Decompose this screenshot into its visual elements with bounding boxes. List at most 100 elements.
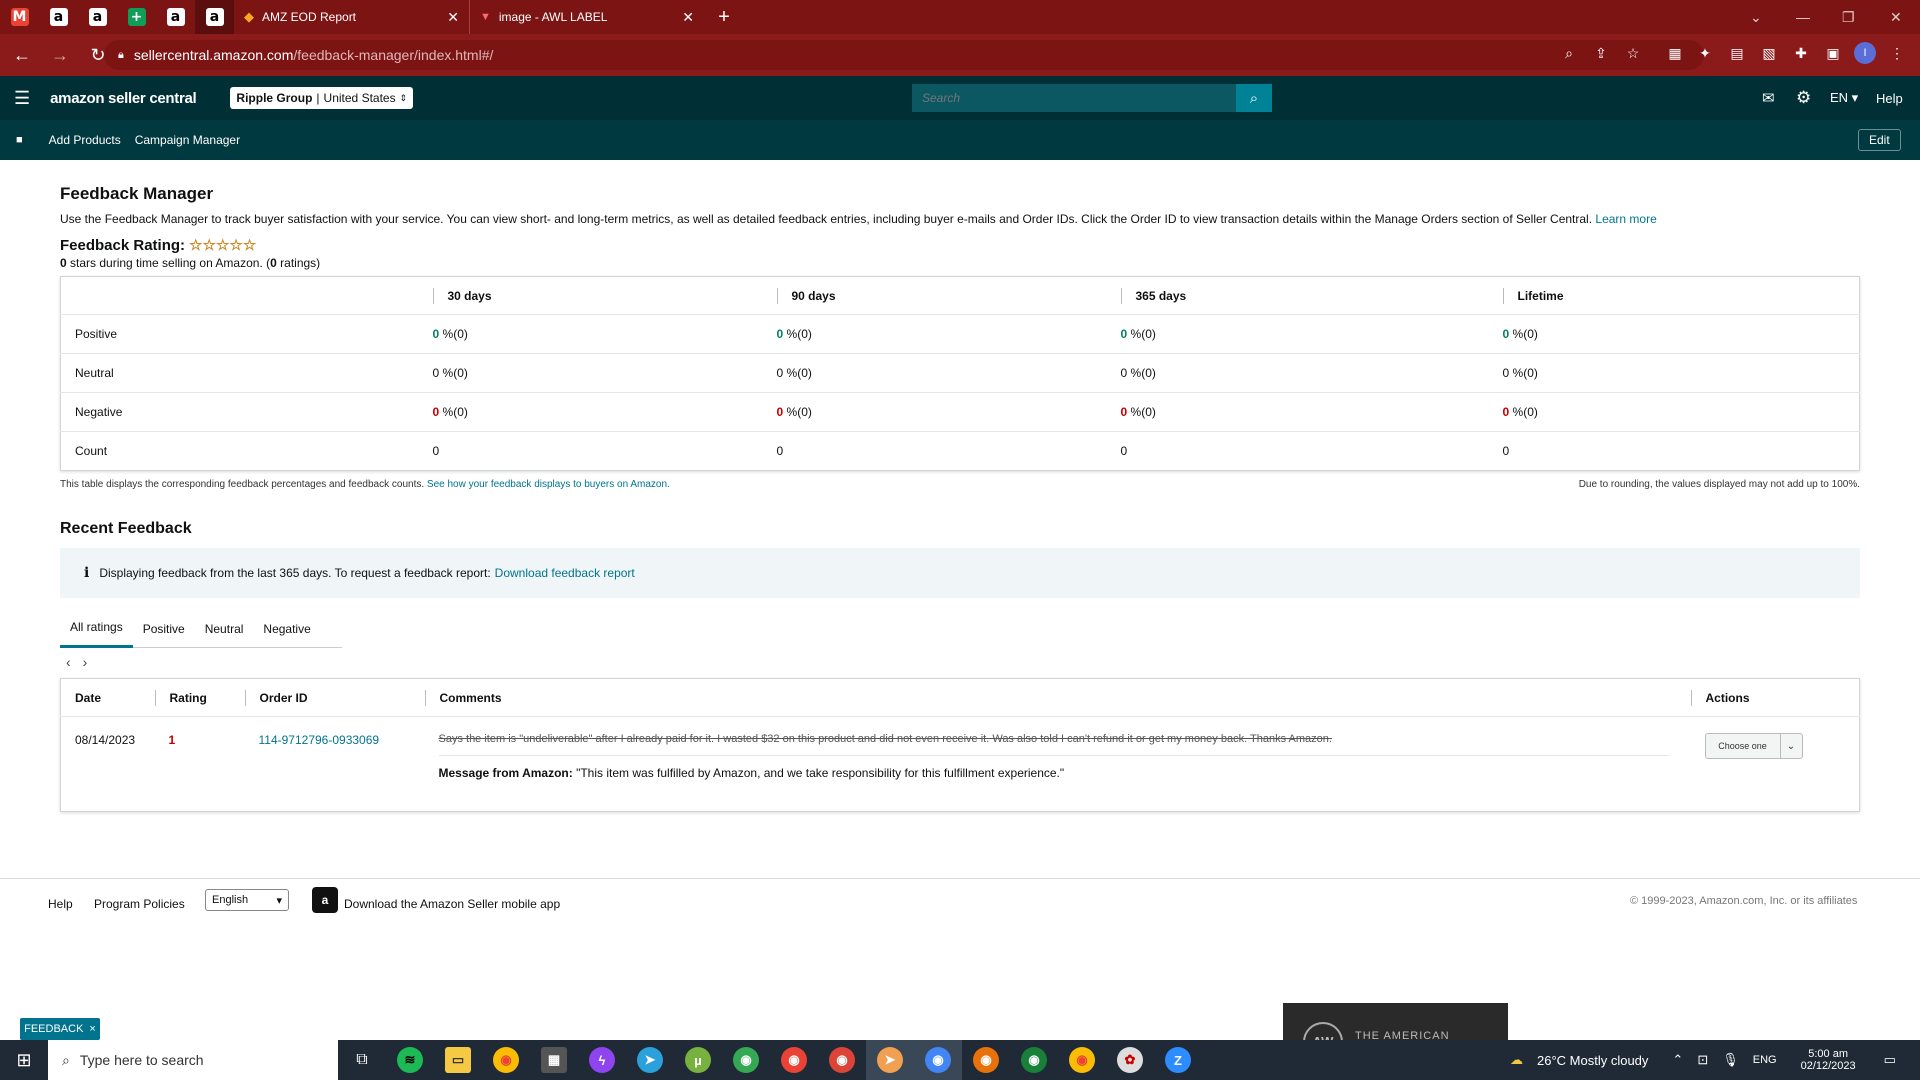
pinned-tab[interactable]: a [78, 0, 117, 34]
subnav-add-products[interactable]: Add Products [49, 133, 121, 147]
new-tab-icon[interactable]: + [712, 6, 736, 29]
amazon-app-icon[interactable]: a [312, 887, 338, 913]
chrome-icon[interactable]: ◉ [482, 1040, 530, 1080]
tab-positive[interactable]: Positive [133, 610, 195, 648]
weather-text[interactable]: 26°C Mostly cloudy [1537, 1053, 1648, 1068]
chevron-up-icon[interactable]: ⌃ [1672, 1052, 1683, 1068]
logo[interactable]: amazon seller central [50, 90, 197, 107]
search-icon[interactable]: ⌕ [1236, 84, 1272, 112]
download-app-link[interactable]: Download the Amazon Seller mobile app [344, 897, 560, 911]
chevron-right-icon[interactable]: › [83, 654, 88, 670]
download-report-link[interactable]: Download feedback report [495, 566, 635, 580]
windows-start-icon[interactable]: ⊞ [0, 1040, 48, 1080]
search-input[interactable] [912, 84, 1236, 112]
settings-gear-icon[interactable]: ⚙ [1796, 88, 1811, 108]
action-dropdown[interactable]: Choose one ⌄ [1704, 733, 1803, 759]
tab-neutral[interactable]: Neutral [195, 610, 254, 648]
clock[interactable]: 5:00 am 02/12/2023 [1801, 1048, 1856, 1072]
app-icon[interactable]: ✿ [1106, 1040, 1154, 1080]
sheets-icon: + [127, 8, 146, 26]
bookmark-icon[interactable]: ■ [16, 134, 23, 146]
footer-language-select[interactable]: English ▾ [205, 889, 289, 911]
pinned-tab[interactable]: M [0, 0, 39, 34]
chrome-icon[interactable]: ◉ [1058, 1040, 1106, 1080]
feedback-tab-button[interactable]: FEEDBACK × [20, 1018, 100, 1040]
seller-central-header: ☰ amazon seller central Ripple Group | U… [0, 76, 1920, 120]
extension-icon[interactable]: ▧ [1758, 42, 1780, 64]
address-bar[interactable]: 🔒︎ sellercentral.amazon.com/feedback-man… [104, 40, 1704, 70]
minimize-icon[interactable]: — [1796, 0, 1810, 34]
task-view-icon[interactable]: ⧉ [338, 1040, 386, 1080]
chevron-down-icon: ▾ [276, 894, 282, 907]
account-switcher[interactable]: Ripple Group | United States ⇕ [230, 87, 414, 109]
chrome-profile-icon[interactable]: ◉ [1010, 1040, 1058, 1080]
extensions-puzzle-icon[interactable]: ✚ [1790, 42, 1812, 64]
pinned-tab[interactable]: + [117, 0, 156, 34]
restore-icon[interactable]: ❐ [1842, 0, 1855, 34]
spotify-icon[interactable]: ≋ [386, 1040, 434, 1080]
chrome-profile-icon[interactable]: ◉ [962, 1040, 1010, 1080]
forward-icon[interactable]: → [44, 45, 76, 66]
hamburger-menu-icon[interactable]: ☰ [14, 88, 30, 109]
edit-button[interactable]: Edit [1858, 129, 1901, 151]
bookmark-star-icon[interactable]: ☆ [1622, 42, 1644, 64]
chevron-left-icon[interactable]: ‹ [66, 654, 71, 670]
notification-icon[interactable]: ▭ [1884, 1052, 1896, 1068]
pinned-tab[interactable]: a [39, 0, 78, 34]
file-explorer-icon[interactable]: ▭ [434, 1040, 482, 1080]
tab-negative[interactable]: Negative [253, 610, 320, 648]
page-title: Feedback Manager [60, 184, 214, 203]
zoom-icon[interactable]: ⌕ [1558, 42, 1580, 64]
back-icon[interactable]: ← [6, 45, 38, 66]
windows-taskbar: ⊞ ⌕ Type here to search ⧉ ≋ ▭ ◉ ▦ ϟ ➤ µ … [0, 1040, 1920, 1080]
telegram-icon[interactable]: ➤ [626, 1040, 674, 1080]
clock-date: 02/12/2023 [1800, 1060, 1856, 1072]
telegram-badge-icon[interactable]: ➤ [866, 1040, 914, 1080]
utorrent-icon[interactable]: µ [674, 1040, 722, 1080]
recent-feedback-table: Date Rating Order ID Comments Actions 08… [60, 678, 1860, 812]
learn-more-link[interactable]: Learn more [1595, 212, 1656, 226]
column-header: 365 days [1135, 288, 1187, 303]
tab-all-ratings[interactable]: All ratings [60, 610, 133, 648]
table-row: Negative 0 %(0) 0 %(0) 0 %(0) 0 %(0) [60, 392, 1860, 432]
chrome-profile-icon[interactable]: ◉ [818, 1040, 866, 1080]
extension-icon[interactable]: ▦ [1664, 42, 1686, 64]
tab-search-icon[interactable]: ⌄ [1750, 0, 1762, 34]
network-icon[interactable]: ⊡ [1697, 1052, 1708, 1068]
mail-icon[interactable]: ✉ [1762, 89, 1775, 107]
menu-dots-icon[interactable]: ⋮ [1886, 42, 1908, 64]
close-icon[interactable]: ✕ [682, 9, 694, 26]
metric-cell: 0 %(0) [418, 314, 763, 354]
side-panel-icon[interactable]: ▣ [1822, 42, 1844, 64]
close-window-icon[interactable]: ✕ [1890, 0, 1902, 34]
program-policies-link[interactable]: Program Policies [94, 897, 185, 911]
pinned-tab[interactable]: a [156, 0, 195, 34]
chrome-profile-icon[interactable]: ◉ [722, 1040, 770, 1080]
extension-icon[interactable]: ✦ [1694, 42, 1716, 64]
tab-awl-label[interactable]: ▼ image - AWL LABEL ✕ [469, 0, 704, 34]
taskbar-search[interactable]: ⌕ Type here to search [48, 1040, 338, 1080]
chrome-profile-icon[interactable]: ◉ [770, 1040, 818, 1080]
footer-help-link[interactable]: Help [48, 897, 73, 911]
extension-icon[interactable]: ▤ [1726, 42, 1748, 64]
tab-amz-eod-report[interactable]: ◆ AMZ EOD Report ✕ [234, 0, 469, 34]
share-icon[interactable]: ⇪ [1590, 42, 1612, 64]
language-indicator[interactable]: ENG [1753, 1054, 1777, 1066]
close-icon[interactable]: ✕ [447, 9, 459, 26]
calculator-icon[interactable]: ▦ [530, 1040, 578, 1080]
zoom-app-icon[interactable]: Z [1154, 1040, 1202, 1080]
help-link[interactable]: Help [1876, 91, 1903, 106]
profile-avatar[interactable]: I [1854, 42, 1876, 64]
microphone-icon[interactable]: 🎙︎ [1722, 1052, 1739, 1068]
feedback-display-link[interactable]: See how your feedback displays to buyers… [427, 479, 670, 490]
close-icon[interactable]: × [89, 1023, 95, 1035]
language-select[interactable]: EN ▾ [1830, 90, 1858, 106]
pinned-tab[interactable]: a [195, 0, 234, 34]
url-path: /feedback-manager/index.html#/ [293, 47, 494, 63]
subnav-campaign-manager[interactable]: Campaign Manager [135, 133, 240, 147]
chrome-profile-icon[interactable]: ◉ [914, 1040, 962, 1080]
account-name: Ripple Group [236, 91, 313, 105]
messenger-icon[interactable]: ϟ [578, 1040, 626, 1080]
bookmark-bar: ■ Add Products Campaign Manager Edit [0, 120, 1920, 160]
order-id-link[interactable]: 114-9712796-0933069 [259, 733, 380, 747]
